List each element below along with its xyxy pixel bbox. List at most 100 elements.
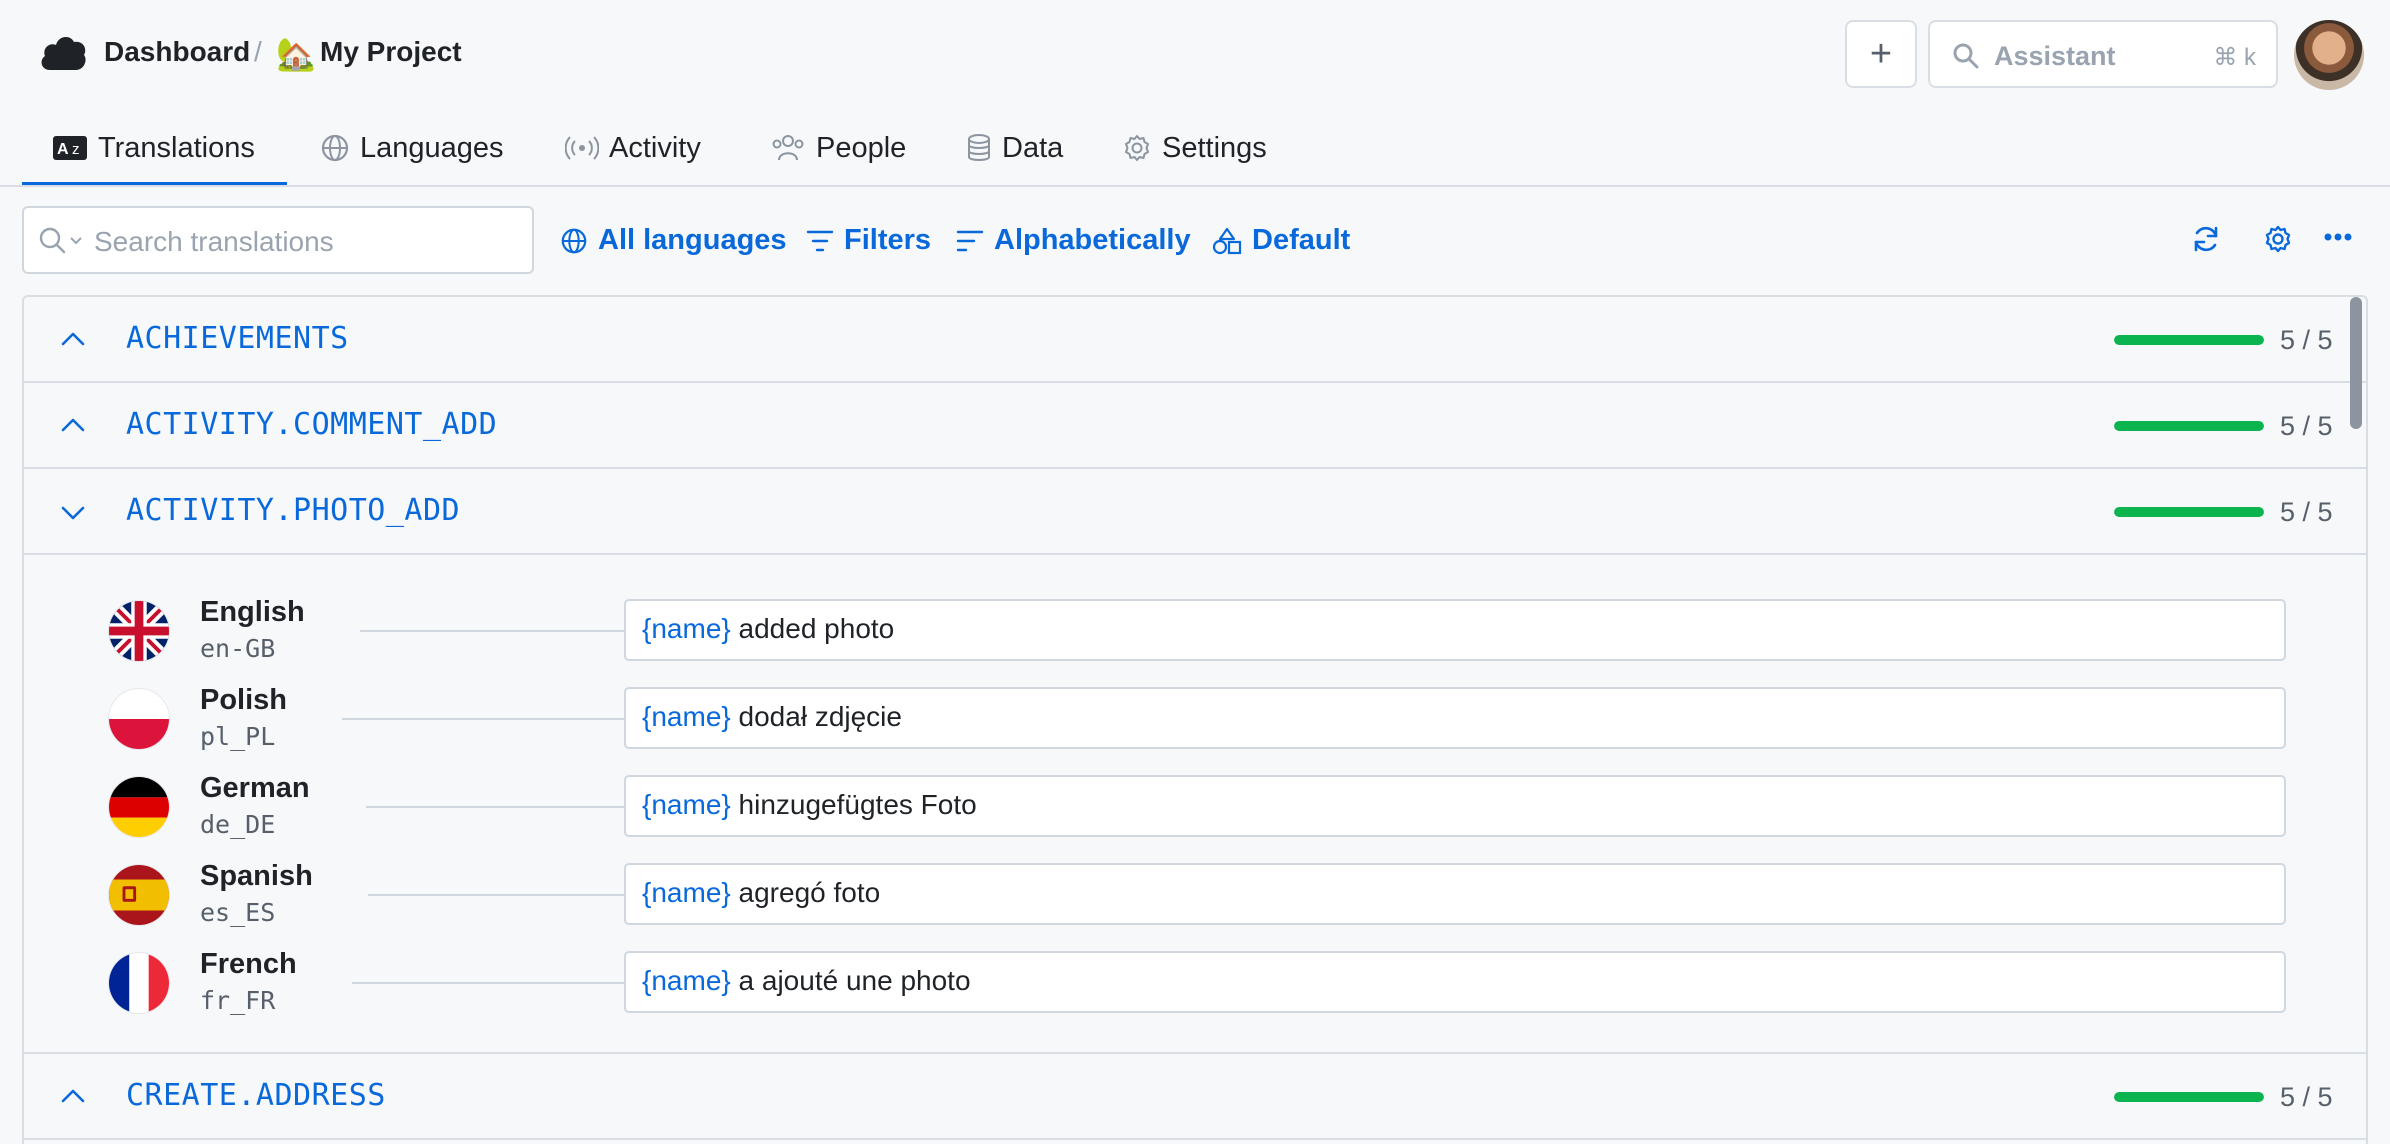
tab-label: Languages xyxy=(360,131,504,164)
key-name: ACTIVITY.COMMENT_ADD xyxy=(126,407,498,442)
view-label: Default xyxy=(1252,224,1351,256)
germany-flag-icon xyxy=(108,776,170,838)
tab-label: Translations xyxy=(98,131,255,164)
list-scrollbar[interactable] xyxy=(2350,297,2362,429)
key-row[interactable]: ACTIVITY.COMMENT_ADD 5 / 5 xyxy=(24,383,2366,469)
language-code: en-GB xyxy=(200,634,276,663)
progress-fill xyxy=(2114,507,2264,517)
progress-bar xyxy=(2114,421,2264,431)
translation-text: agregó foto xyxy=(730,877,881,908)
more-options-icon[interactable] xyxy=(2324,232,2352,242)
connector-line xyxy=(352,982,624,984)
project-emoji-icon: 🏡 xyxy=(276,36,316,72)
all-languages-button[interactable]: All languages xyxy=(560,224,787,257)
translation-input[interactable]: {name} dodał zdjęcie xyxy=(624,687,2286,749)
assistant-placeholder: Assistant xyxy=(1994,41,2116,71)
progress-count: 5 / 5 xyxy=(2280,1082,2333,1112)
chevron-down-icon[interactable] xyxy=(58,497,88,527)
key-row-expanded[interactable]: ACTIVITY.PHOTO_ADD 5 / 5 xyxy=(24,469,2366,555)
translation-input[interactable]: {name} agregó foto xyxy=(624,863,2286,925)
language-code: de_DE xyxy=(200,810,276,839)
assistant-search[interactable]: Assistant ⌘ k xyxy=(1928,20,2278,88)
sort-button[interactable]: Alphabetically xyxy=(956,224,1191,257)
language-name: French xyxy=(200,948,297,980)
settings-gear-icon[interactable] xyxy=(2263,224,2293,254)
tabs-divider xyxy=(0,185,2390,187)
translation-input[interactable]: {name} added photo xyxy=(624,599,2286,661)
cloud-logo-icon[interactable] xyxy=(38,30,88,76)
sort-label: Alphabetically xyxy=(994,224,1191,256)
translation-text: hinzugefügtes Foto xyxy=(730,789,977,820)
connector-line xyxy=(360,630,624,632)
progress-count: 5 / 5 xyxy=(2280,497,2333,527)
tab-languages[interactable]: Languages xyxy=(320,110,504,186)
translation-text: dodał zdjęcie xyxy=(730,701,902,732)
translation-input[interactable]: {name} hinzugefügtes Foto xyxy=(624,775,2286,837)
people-icon xyxy=(772,135,804,161)
translation-text: a ajouté une photo xyxy=(730,965,971,996)
refresh-icon[interactable] xyxy=(2191,224,2221,254)
svg-text:A: A xyxy=(57,141,69,158)
translate-icon: A z xyxy=(53,136,87,160)
variable-token: {name} xyxy=(642,613,731,644)
tab-label: People xyxy=(816,131,907,164)
variable-token: {name} xyxy=(642,965,731,996)
view-button[interactable]: Default xyxy=(1212,224,1350,257)
all-languages-label: All languages xyxy=(598,224,787,256)
poland-flag-icon xyxy=(108,688,170,750)
variable-token: {name} xyxy=(642,789,731,820)
translation-row-spanish: Spanish es_ES {name} agregó foto xyxy=(24,860,2366,952)
progress-fill xyxy=(2114,335,2264,345)
translations-panel: English en-GB {name} added photo Polish … xyxy=(24,556,2366,1054)
tab-label: Activity xyxy=(609,131,701,164)
breadcrumb-dashboard[interactable]: Dashboard xyxy=(104,36,250,68)
key-name: ACHIEVEMENTS xyxy=(126,321,349,356)
progress-bar xyxy=(2114,507,2264,517)
globe-icon xyxy=(321,134,349,162)
search-translations-input[interactable]: Search translations xyxy=(22,206,534,274)
tab-people[interactable]: People xyxy=(770,110,906,186)
chevron-up-icon[interactable] xyxy=(58,411,88,441)
key-row[interactable]: CREATE.ADDRESS 5 / 5 xyxy=(24,1054,2366,1140)
connector-line xyxy=(342,718,624,720)
uk-flag-icon xyxy=(108,600,170,662)
tab-settings[interactable]: Settings xyxy=(1122,110,1267,186)
translation-row-polish: Polish pl_PL {name} dodał zdjęcie xyxy=(24,684,2366,776)
search-placeholder: Search translations xyxy=(94,226,334,257)
progress-count: 5 / 5 xyxy=(2280,411,2333,441)
language-code: es_ES xyxy=(200,898,276,927)
tab-translations[interactable]: A z Translations xyxy=(22,110,287,186)
broadcast-icon xyxy=(565,136,599,160)
language-name: German xyxy=(200,772,310,804)
translation-input[interactable]: {name} a ajouté une photo xyxy=(624,951,2286,1013)
translation-text: added photo xyxy=(730,613,895,644)
filter-icon xyxy=(806,230,834,251)
translation-row-french: French fr_FR {name} a ajouté une photo xyxy=(24,948,2366,1040)
tab-data[interactable]: Data xyxy=(966,110,1063,186)
language-code: pl_PL xyxy=(200,722,276,751)
variable-token: {name} xyxy=(642,877,731,908)
key-name: ACTIVITY.PHOTO_ADD xyxy=(126,493,461,528)
tab-label: Data xyxy=(1002,131,1064,164)
key-row[interactable]: ACHIEVEMENTS 5 / 5 xyxy=(24,297,2366,383)
connector-line xyxy=(368,894,624,896)
top-bar: Dashboard / 🏡 My Project + Assistant ⌘ k xyxy=(0,0,2390,110)
chevron-up-icon[interactable] xyxy=(58,325,88,355)
progress-fill xyxy=(2114,1092,2264,1102)
assistant-shortcut: ⌘ k xyxy=(2213,44,2256,71)
breadcrumb-project[interactable]: My Project xyxy=(320,36,462,68)
sort-icon xyxy=(956,230,984,251)
breadcrumb-separator: / xyxy=(254,36,262,67)
progress-bar xyxy=(2114,1092,2264,1102)
filters-button[interactable]: Filters xyxy=(806,224,931,257)
globe-icon xyxy=(561,228,587,253)
add-button[interactable]: + xyxy=(1845,20,1917,88)
search-icon xyxy=(1953,43,1979,69)
translation-keys-list: ACHIEVEMENTS 5 / 5 ACTIVITY.COMMENT_ADD … xyxy=(22,295,2368,1144)
filters-label: Filters xyxy=(844,224,932,256)
user-avatar[interactable] xyxy=(2294,20,2364,90)
language-name: English xyxy=(200,596,305,628)
translation-row-german: German de_DE {name} hinzugefügtes Foto xyxy=(24,772,2366,864)
tab-activity[interactable]: Activity xyxy=(565,110,701,186)
chevron-up-icon[interactable] xyxy=(58,1082,88,1112)
